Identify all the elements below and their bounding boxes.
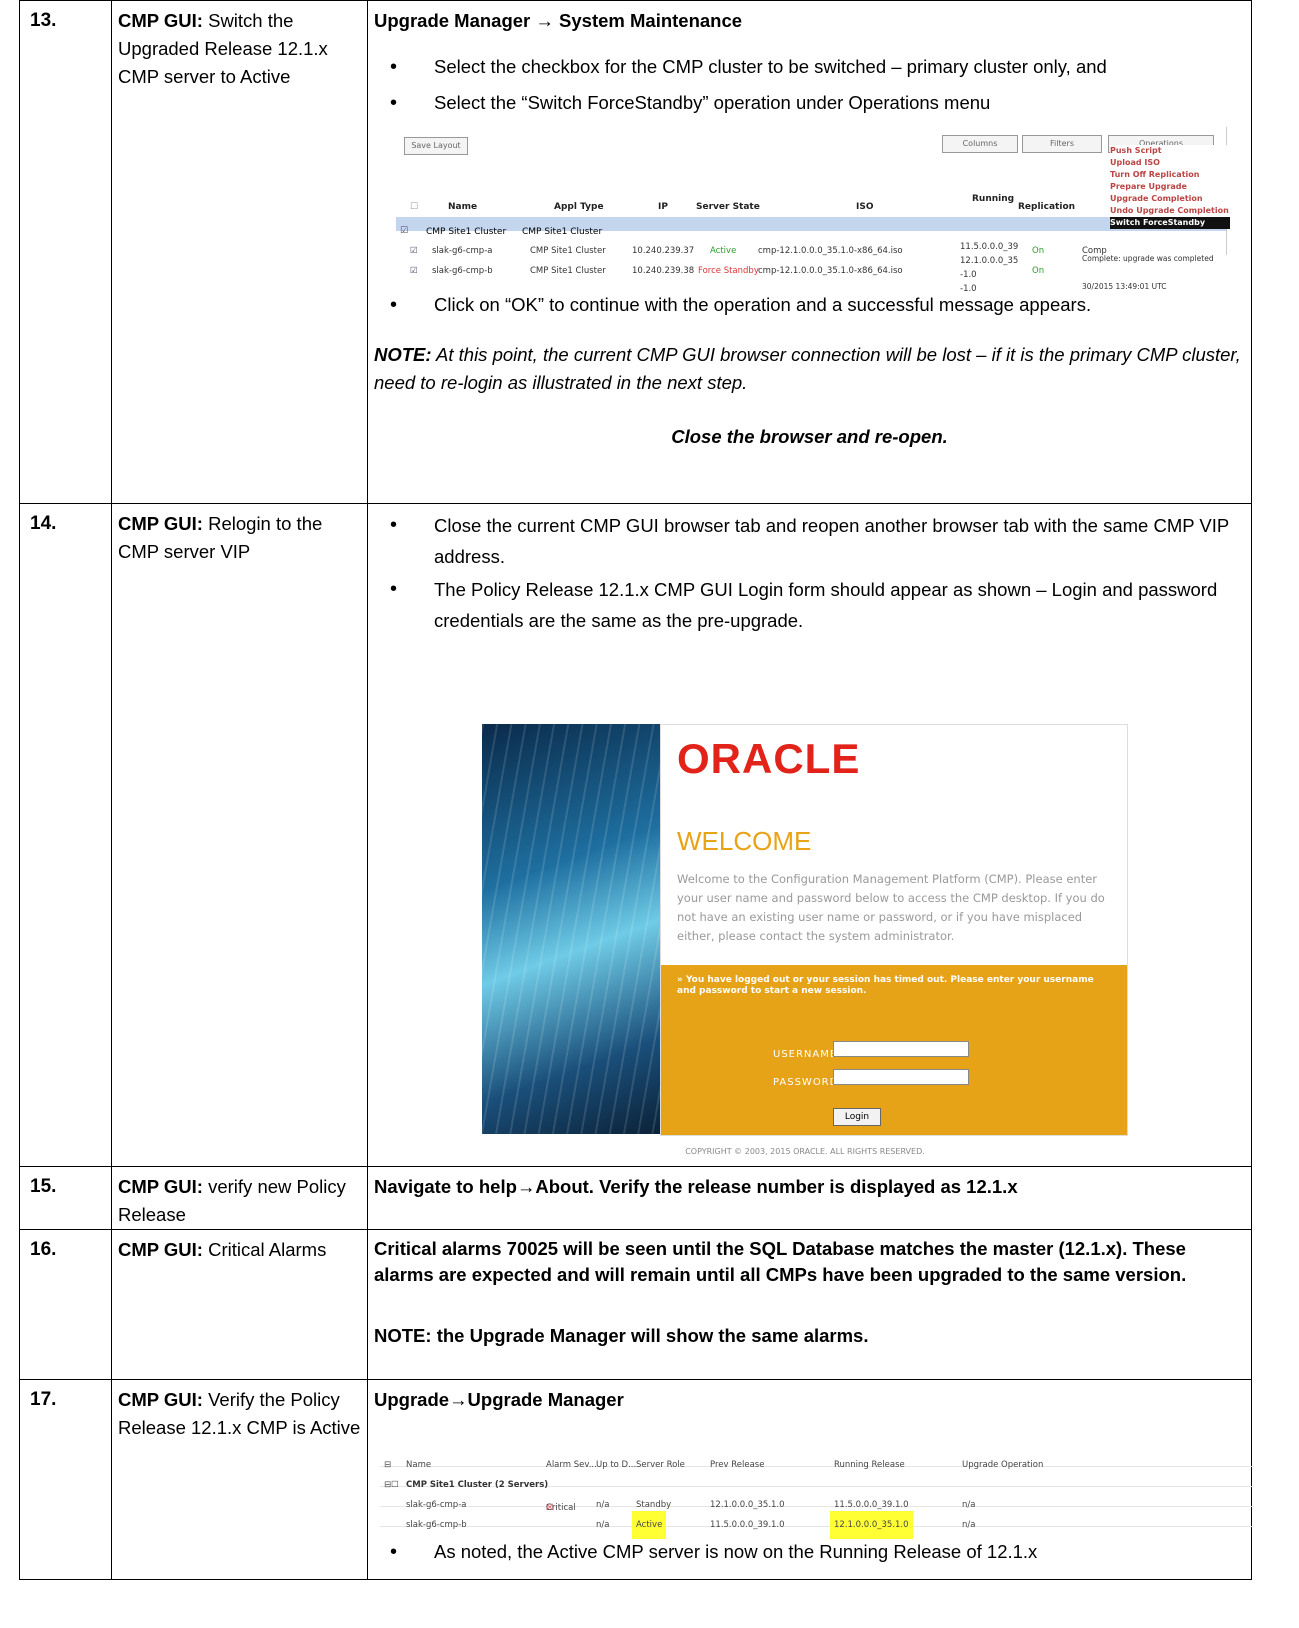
step-content: Upgrade→Upgrade Manager ⊟ Name Alarm Sev… bbox=[367, 1379, 1254, 1580]
menu-item[interactable]: Upload ISO bbox=[1110, 157, 1230, 169]
step-number: 14. bbox=[19, 503, 112, 1167]
username-label: USERNAME bbox=[773, 1049, 838, 1060]
password-label: PASSWORD bbox=[773, 1077, 839, 1088]
cell: n/a bbox=[962, 1520, 976, 1530]
operations-menu: Push Script Upload ISO Turn Off Replicat… bbox=[1110, 145, 1230, 229]
alarm-note: NOTE: the Upgrade Manager will show the … bbox=[374, 1325, 869, 1346]
table-header: ☐ Name Appl Type IP Server State ISO Run… bbox=[396, 183, 1096, 232]
server-row[interactable]: slak-g6-cmp-b n/a Active 11.5.0.0.0_39.1… bbox=[380, 1508, 1254, 1539]
bullet-item: The Policy Release 12.1.x CMP GUI Login … bbox=[374, 574, 1245, 636]
step-desc-bold: CMP GUI: bbox=[118, 1176, 203, 1197]
cluster-group-row[interactable]: ☑ CMP Site1 Cluster CMP Site1 Cluster bbox=[396, 217, 1226, 237]
cell: 10.240.239.38 bbox=[632, 266, 695, 276]
step-desc-bold: CMP GUI: bbox=[118, 1239, 203, 1260]
step-16-row: 16. CMP GUI: Critical Alarms Critical al… bbox=[19, 1229, 1252, 1380]
step-desc-bold: CMP GUI: bbox=[118, 10, 203, 31]
step-description: CMP GUI: Relogin to the CMP server VIP bbox=[111, 503, 368, 1167]
step-17-row: 17. CMP GUI: Verify the Policy Release 1… bbox=[19, 1379, 1254, 1580]
server-row[interactable]: ☑ slak-g6-cmp-b CMP Site1 Cluster 10.240… bbox=[396, 253, 1226, 294]
step-desc-bold: CMP GUI: bbox=[118, 1389, 203, 1410]
menu-item[interactable]: Undo Upgrade Completion bbox=[1110, 205, 1230, 217]
cell: n/a bbox=[596, 1520, 610, 1530]
cell: cmp-12.1.0.0.0_35.1.0-x86_64.iso bbox=[758, 266, 903, 276]
username-input[interactable] bbox=[833, 1041, 969, 1057]
cell-highlighted: 12.1.0.0.0_35.1.0 bbox=[830, 1511, 913, 1539]
menu-item[interactable]: Prepare Upgrade bbox=[1110, 181, 1230, 193]
step-content: Close the current CMP GUI browser tab an… bbox=[367, 503, 1252, 1167]
cell: On bbox=[1032, 266, 1045, 276]
step-15-row: 15. CMP GUI: verify new Policy Release N… bbox=[19, 1166, 1252, 1230]
cell: slak-g6-cmp-b bbox=[432, 266, 493, 276]
note-label: NOTE: bbox=[374, 344, 432, 365]
step-content: Critical alarms 70025 will be seen until… bbox=[367, 1229, 1252, 1380]
step-description: CMP GUI: Verify the Policy Release 12.1.… bbox=[111, 1379, 368, 1580]
system-maintenance-screenshot: Save Layout Columns Filters Operations ☐… bbox=[396, 127, 1230, 294]
cell-highlighted: Active bbox=[632, 1511, 667, 1539]
save-layout-button[interactable]: Save Layout bbox=[404, 137, 468, 155]
login-banner-image bbox=[482, 724, 660, 1134]
checkbox-icon[interactable]: ☑ bbox=[410, 257, 418, 285]
procedure-table: 13. CMP GUI: Switch the Upgraded Release… bbox=[19, 0, 1254, 1580]
menu-item[interactable]: Upgrade Completion bbox=[1110, 193, 1230, 205]
cell: 11.5.0.0.0_39.1.0 bbox=[710, 1520, 785, 1530]
password-input[interactable] bbox=[833, 1069, 969, 1085]
note: NOTE: At this point, the current CMP GUI… bbox=[374, 341, 1245, 397]
menu-item[interactable]: Turn Off Replication bbox=[1110, 169, 1230, 181]
step-desc-bold: CMP GUI: bbox=[118, 513, 203, 534]
step-number: 15. bbox=[19, 1166, 112, 1230]
login-button[interactable]: Login bbox=[833, 1108, 881, 1126]
step-number: 17. bbox=[19, 1379, 112, 1580]
server-row[interactable]: slak-g6-cmp-a ☒ Critical n/a Standby 12.… bbox=[380, 1488, 1254, 1513]
menu-item[interactable]: Push Script bbox=[1110, 145, 1230, 157]
bullet-item: Select the “Switch ForceStandby” operati… bbox=[374, 89, 1245, 117]
step-14-row: 14. CMP GUI: Relogin to the CMP server V… bbox=[19, 503, 1252, 1167]
closing-instruction: Close the browser and re-open. bbox=[671, 426, 948, 447]
welcome-text: Welcome to the Configuration Management … bbox=[677, 872, 1105, 943]
cmp-login-form: ORACLE WELCOME Welcome to the Configurat… bbox=[482, 724, 1128, 1136]
note-text: At this point, the current CMP GUI brows… bbox=[374, 344, 1241, 393]
step-13-row: 13. CMP GUI: Switch the Upgraded Release… bbox=[19, 0, 1252, 504]
copyright-text: COPYRIGHT © 2003, 2015 ORACLE. ALL RIGHT… bbox=[685, 1147, 925, 1156]
alarm-text: Critical alarms 70025 will be seen until… bbox=[374, 1238, 1187, 1285]
step-number: 16. bbox=[19, 1229, 112, 1380]
welcome-heading: WELCOME bbox=[677, 826, 812, 856]
login-area: » You have logged out or your session ha… bbox=[661, 965, 1127, 1135]
columns-dropdown[interactable]: Columns bbox=[942, 135, 1018, 153]
bullet-item: Click on “OK” to continue with the opera… bbox=[374, 291, 1245, 319]
cell: Force Standby bbox=[698, 266, 759, 276]
step-number: 13. bbox=[19, 0, 112, 504]
oracle-logo: ORACLE bbox=[677, 735, 861, 782]
step-description: CMP GUI: Switch the Upgraded Release 12.… bbox=[111, 0, 368, 504]
nav-path: Upgrade→Upgrade Manager bbox=[374, 1389, 624, 1410]
session-timeout-message: » You have logged out or your session ha… bbox=[677, 975, 1094, 996]
step-content: Navigate to help→About. Verify the relea… bbox=[367, 1166, 1252, 1230]
bullet-item: Close the current CMP GUI browser tab an… bbox=[374, 510, 1245, 572]
bullet-item: Select the checkbox for the CMP cluster … bbox=[374, 53, 1245, 81]
step-content: Upgrade Manager → System Maintenance Sel… bbox=[367, 0, 1252, 504]
step-description: CMP GUI: verify new Policy Release bbox=[111, 1166, 368, 1230]
cell: slak-g6-cmp-b bbox=[406, 1520, 467, 1530]
menu-item-switch-forcestandby[interactable]: Switch ForceStandby bbox=[1110, 217, 1230, 229]
table-header: ⊟ Name Alarm Sev... Up to D... Server Ro… bbox=[380, 1448, 1254, 1470]
cluster-group-row[interactable]: ⊟☐ CMP Site1 Cluster (2 Servers) bbox=[380, 1468, 1254, 1490]
login-panel: ORACLE WELCOME Welcome to the Configurat… bbox=[660, 724, 1128, 1136]
upgrade-manager-screenshot: ⊟ Name Alarm Sev... Up to D... Server Ro… bbox=[380, 1448, 1254, 1539]
step-desc-text: Critical Alarms bbox=[202, 1239, 327, 1260]
filters-dropdown[interactable]: Filters bbox=[1022, 135, 1102, 153]
bullet-item: As noted, the Active CMP server is now o… bbox=[374, 1538, 1245, 1566]
cell: CMP Site1 Cluster bbox=[530, 266, 606, 276]
step-description: CMP GUI: Critical Alarms bbox=[111, 1229, 368, 1380]
nav-path: Upgrade Manager → System Maintenance bbox=[374, 10, 743, 31]
